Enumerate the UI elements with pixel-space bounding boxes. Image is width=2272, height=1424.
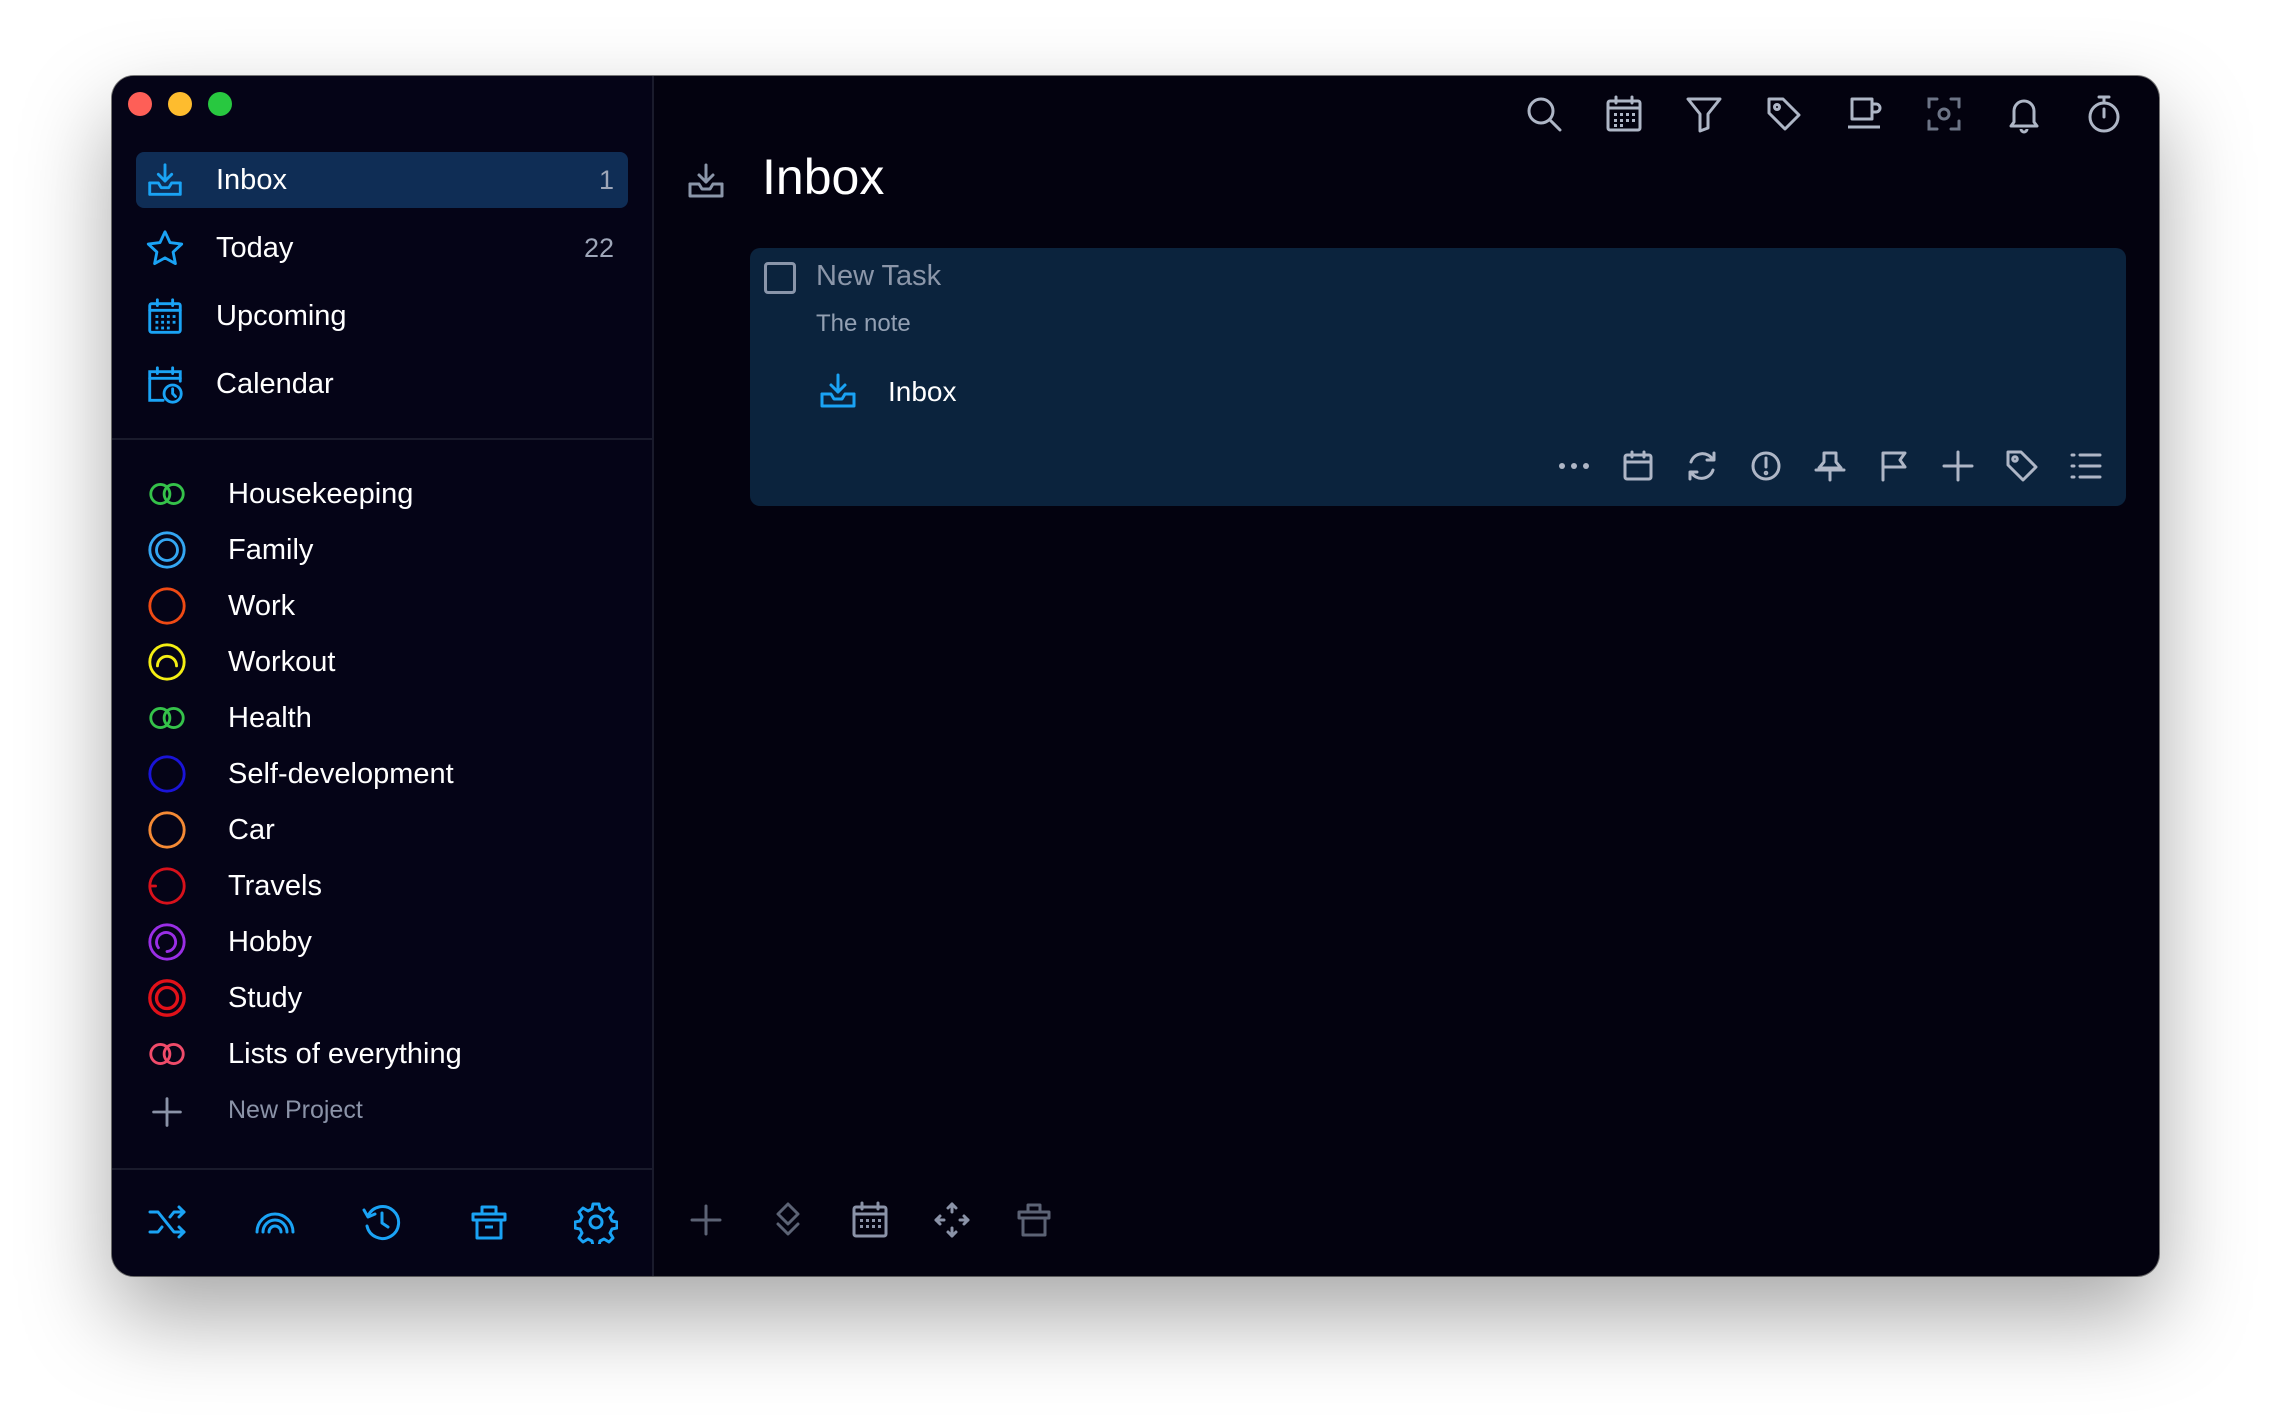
project-travels[interactable]: Travels (146, 858, 626, 914)
zoom-window-button[interactable] (208, 92, 232, 116)
settings-icon[interactable] (574, 1200, 618, 1244)
calendar-grid-icon (144, 296, 186, 338)
task-checkbox[interactable] (764, 262, 796, 294)
add-icon[interactable] (686, 1200, 726, 1240)
calendar-icon[interactable] (1620, 448, 1656, 484)
circle-icon (146, 809, 188, 851)
search-icon[interactable] (1524, 94, 1564, 134)
coffee-icon[interactable] (1844, 94, 1884, 134)
sidebar-footer (112, 1166, 652, 1276)
sidebar-item-label: Upcoming (216, 299, 347, 332)
star-icon (144, 228, 186, 270)
calendar-clock-icon (144, 364, 186, 406)
sidebar-item-today[interactable]: Today 22 (136, 220, 628, 276)
project-label: Work (228, 589, 296, 622)
new-project-label: New Project (228, 1095, 363, 1124)
target-ring-icon (146, 529, 188, 571)
new-project-button[interactable]: New Project (146, 1082, 626, 1138)
double-ring-icon (146, 977, 188, 1019)
sidebar: Inbox 1 Today 22 Upcoming Calendar House… (112, 76, 654, 1276)
project-health[interactable]: Health (146, 690, 626, 746)
close-window-button[interactable] (128, 92, 152, 116)
task-project-label[interactable]: Inbox (888, 376, 957, 408)
project-housekeeping[interactable]: Housekeeping (146, 466, 626, 522)
project-study[interactable]: Study (146, 970, 626, 1026)
project-lists-of-everything[interactable]: Lists of everything (146, 1026, 626, 1082)
project-label: Travels (228, 869, 322, 902)
sidebar-divider (112, 438, 652, 440)
circle-icon (146, 585, 188, 627)
trash-icon[interactable] (1014, 1200, 1054, 1240)
sidebar-item-upcoming[interactable]: Upcoming (136, 288, 628, 344)
trash-icon[interactable] (467, 1200, 511, 1244)
bell-icon[interactable] (2004, 94, 2044, 134)
smart-lists: Inbox 1 Today 22 Upcoming Calendar (136, 152, 628, 424)
focus-icon[interactable] (1924, 94, 1964, 134)
repeat-icon[interactable] (1684, 448, 1720, 484)
tag-icon[interactable] (1764, 94, 1804, 134)
priority-icon[interactable] (1748, 448, 1784, 484)
sidebar-item-label: Inbox (216, 163, 287, 196)
stopwatch-icon[interactable] (2084, 94, 2124, 134)
project-label: Lists of everything (228, 1037, 462, 1070)
item-count: 1 (598, 164, 614, 195)
sidebar-item-label: Calendar (216, 367, 334, 400)
minimize-window-button[interactable] (168, 92, 192, 116)
window-controls (128, 92, 232, 116)
tag-icon[interactable] (2004, 448, 2040, 484)
project-label: Health (228, 701, 312, 734)
circle-icon (146, 865, 188, 907)
project-car[interactable]: Car (146, 802, 626, 858)
project-label: Study (228, 981, 303, 1014)
task-title[interactable]: New Task (816, 260, 941, 293)
rings-icon (146, 697, 188, 739)
list-icon[interactable] (2068, 448, 2104, 484)
project-label: Car (228, 813, 275, 846)
inbox-icon[interactable] (816, 370, 860, 414)
project-self-development[interactable]: Self-development (146, 746, 626, 802)
filter-icon[interactable] (1684, 94, 1724, 134)
move-icon[interactable] (1940, 448, 1976, 484)
project-label: Family (228, 533, 314, 566)
history-icon[interactable] (360, 1200, 404, 1244)
sidebar-item-label: Today (216, 231, 294, 264)
calendar-grid-icon[interactable] (1604, 94, 1644, 134)
project-label: Hobby (228, 925, 312, 958)
project-family[interactable]: Family (146, 522, 626, 578)
inbox-icon (144, 160, 186, 202)
sidebar-item-inbox[interactable]: Inbox 1 (136, 152, 628, 208)
calendar-grid-icon[interactable] (850, 1200, 890, 1240)
projects-list: Housekeeping Family Work Workout Health … (146, 466, 626, 1138)
arc-ring-icon (146, 641, 188, 683)
main-panel: Inbox New Task The note Inbox (654, 76, 2159, 1276)
sidebar-item-calendar[interactable]: Calendar (136, 356, 628, 412)
plus-icon (146, 1091, 188, 1133)
project-hobby[interactable]: Hobby (146, 914, 626, 970)
task-editor-card[interactable]: New Task The note Inbox (750, 248, 2126, 506)
inbox-icon (684, 160, 728, 204)
move-arrows-icon[interactable] (932, 1200, 972, 1240)
project-work[interactable]: Work (146, 578, 626, 634)
rings-icon (146, 1033, 188, 1075)
rainbow-icon[interactable] (253, 1200, 297, 1244)
rings-icon (146, 473, 188, 515)
item-count: 22 (583, 232, 614, 263)
page-title: Inbox (762, 149, 885, 205)
flag-icon[interactable] (1876, 448, 1912, 484)
shuffle-icon[interactable] (146, 1200, 190, 1244)
project-label: Housekeeping (228, 477, 414, 510)
project-label: Workout (228, 645, 336, 678)
sort-icon[interactable] (768, 1200, 808, 1240)
task-note[interactable]: The note (816, 310, 911, 338)
arc-ring-icon (146, 921, 188, 963)
more-icon[interactable] (1556, 448, 1592, 484)
pin-icon[interactable] (1812, 448, 1848, 484)
circle-icon (146, 753, 188, 795)
app-window: Inbox 1 Today 22 Upcoming Calendar House… (112, 76, 2159, 1276)
project-label: Self-development (228, 757, 454, 790)
project-workout[interactable]: Workout (146, 634, 626, 690)
